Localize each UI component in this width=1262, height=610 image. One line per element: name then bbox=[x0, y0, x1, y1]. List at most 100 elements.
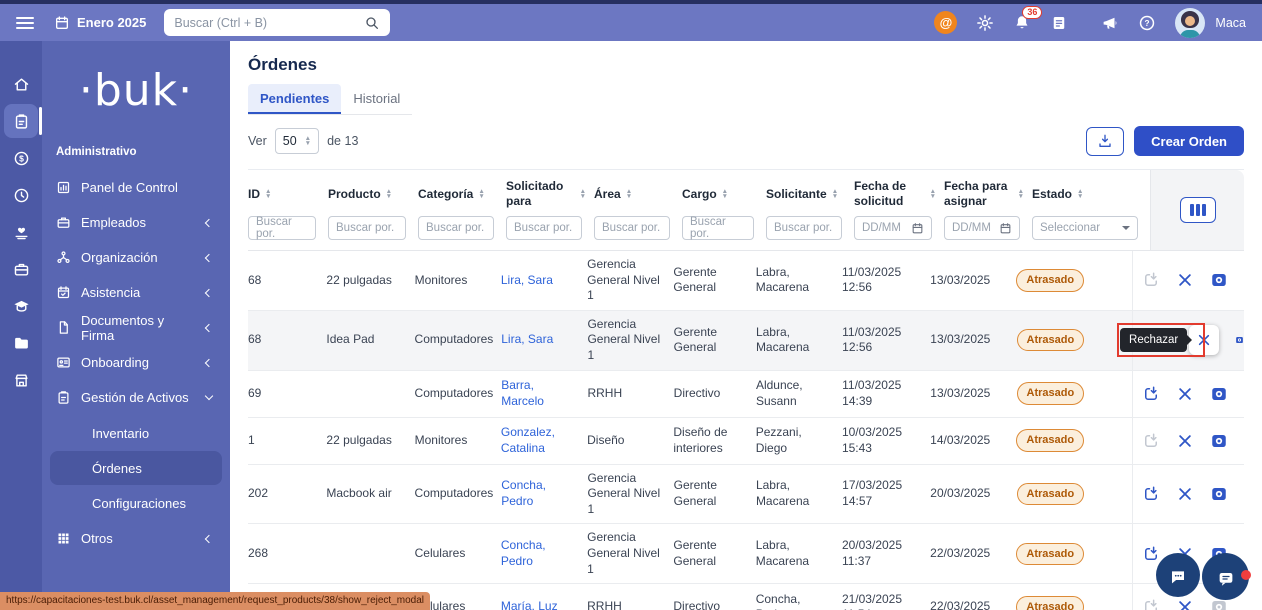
notifications-button[interactable]: 36 bbox=[1013, 14, 1031, 32]
sort-icon[interactable]: ▲▼ bbox=[386, 189, 392, 199]
rail-item-folder-icon[interactable] bbox=[4, 326, 38, 360]
news-icon[interactable] bbox=[1050, 14, 1068, 32]
megaphone-icon[interactable] bbox=[1101, 14, 1119, 32]
solicitado-para-link[interactable]: Lira, Sara bbox=[501, 332, 553, 346]
column-header-estado[interactable]: Estado▲▼ bbox=[1032, 179, 1150, 209]
sidebar-subitem-inventario[interactable]: Inventario bbox=[50, 416, 222, 450]
global-search-input[interactable]: Buscar (Ctrl + B) bbox=[164, 9, 390, 36]
assign-order-button[interactable] bbox=[1142, 485, 1160, 503]
solicitado-para-link[interactable]: Barra, Marcelo bbox=[501, 378, 544, 408]
reject-order-button[interactable] bbox=[1176, 271, 1194, 289]
column-header-fecha-para-asignar[interactable]: Fecha para asignar▲▼ bbox=[944, 179, 1032, 209]
column-label: Cargo bbox=[682, 187, 717, 202]
sidebar-item-otros[interactable]: Otros bbox=[42, 521, 230, 556]
columns-config-button[interactable] bbox=[1180, 197, 1216, 223]
view-order-button[interactable] bbox=[1210, 485, 1228, 503]
filter-status-select[interactable]: Seleccionar bbox=[1032, 216, 1138, 240]
sidebar-item-onboarding[interactable]: Onboarding bbox=[42, 345, 230, 380]
filter-placeholder: Buscar por. bbox=[690, 216, 746, 240]
solicitado-para-link[interactable]: Lira, Sara bbox=[501, 273, 553, 287]
sidebar-subitem-ordenes[interactable]: Órdenes bbox=[50, 451, 222, 485]
sidebar-item-organizacion[interactable]: Organización bbox=[42, 240, 230, 275]
filter-date-input[interactable]: DD/MM bbox=[854, 216, 932, 240]
hamburger-menu-icon[interactable] bbox=[16, 17, 34, 29]
column-header-id[interactable]: ID▲▼ bbox=[248, 179, 328, 209]
column-header-fecha-de-solicitud[interactable]: Fecha de solicitud▲▼ bbox=[854, 179, 944, 209]
filter-text-input[interactable]: Buscar por. bbox=[418, 216, 494, 240]
rail-item-home-icon[interactable] bbox=[4, 67, 38, 101]
filter-text-input[interactable]: Buscar por. bbox=[766, 216, 842, 240]
sort-icon[interactable]: ▲▼ bbox=[930, 189, 936, 199]
download-button[interactable] bbox=[1086, 127, 1124, 156]
solicitado-para-link[interactable]: Concha, Pedro bbox=[501, 538, 546, 568]
user-avatar[interactable] bbox=[1175, 8, 1205, 38]
sort-icon[interactable]: ▲▼ bbox=[626, 189, 632, 199]
sidebar-item-empleados[interactable]: Empleados bbox=[42, 205, 230, 240]
feedback-chat-button[interactable] bbox=[1156, 553, 1200, 597]
rail-item-hand-heart-icon[interactable] bbox=[4, 215, 38, 249]
reject-order-button[interactable] bbox=[1176, 432, 1194, 450]
solicitado-para-link[interactable]: Gonzalez, Catalina bbox=[501, 425, 555, 455]
page-size-select[interactable]: 50 ▲▼ bbox=[275, 128, 319, 154]
support-chat-button[interactable] bbox=[1202, 553, 1249, 600]
create-order-button[interactable]: Crear Orden bbox=[1134, 126, 1244, 156]
column-header-cargo[interactable]: Cargo ▲▼ bbox=[682, 179, 766, 209]
rail-item-dollar-icon[interactable]: $ bbox=[4, 141, 38, 175]
sort-icon[interactable]: ▲▼ bbox=[832, 189, 838, 199]
sort-icon[interactable]: ▲▼ bbox=[478, 189, 484, 199]
rail-item-briefcase-icon[interactable] bbox=[4, 252, 38, 286]
column-header-solicitante[interactable]: Solicitante▲▼ bbox=[766, 179, 854, 209]
column-header-area[interactable]: Área▲▼ bbox=[594, 179, 682, 209]
filter-text-input[interactable]: Buscar por. bbox=[328, 216, 406, 240]
rail-item-graduation-icon[interactable] bbox=[4, 289, 38, 323]
topbar: Enero 2025 Buscar (Ctrl + B) @ 36 ? Maca bbox=[0, 4, 1262, 41]
sidebar-subitem-configuraciones[interactable]: Configuraciones bbox=[50, 486, 222, 520]
sidebar-item-documentos-y-firma[interactable]: Documentos y Firma bbox=[42, 310, 230, 345]
sidebar-item-asistencia[interactable]: Asistencia bbox=[42, 275, 230, 310]
reject-order-button[interactable] bbox=[1176, 385, 1194, 403]
period-label: Enero 2025 bbox=[77, 15, 146, 30]
filter-text-input[interactable]: Buscar por. bbox=[594, 216, 670, 240]
sidebar-item-gestion-de-activos[interactable]: Gestión de Activos bbox=[42, 380, 230, 415]
cell-fecha-solicitud: 20/03/2025 11:37 bbox=[842, 532, 930, 575]
filter-text-input[interactable]: Buscar por. bbox=[506, 216, 582, 240]
rail-item-clock-icon[interactable] bbox=[4, 178, 38, 212]
rail-item-store-icon[interactable] bbox=[4, 363, 38, 397]
column-header-solicitado-para[interactable]: Solicitado para▲▼ bbox=[506, 179, 594, 209]
tab-pendientes[interactable]: Pendientes bbox=[248, 84, 341, 114]
status-badge: Atrasado bbox=[1016, 429, 1084, 451]
column-header-categoria[interactable]: Categoría▲▼ bbox=[418, 179, 506, 209]
help-icon[interactable]: ? bbox=[1138, 14, 1156, 32]
view-order-button[interactable] bbox=[1210, 271, 1228, 289]
assign-order-button[interactable] bbox=[1142, 545, 1160, 563]
view-order-button[interactable] bbox=[1210, 432, 1228, 450]
tab-historial[interactable]: Historial bbox=[341, 84, 412, 114]
solicitado-para-link[interactable]: María, Luz bbox=[501, 599, 558, 610]
view-order-button[interactable] bbox=[1235, 331, 1244, 349]
period-selector[interactable]: Enero 2025 bbox=[54, 15, 146, 31]
reject-order-button[interactable] bbox=[1189, 325, 1219, 355]
sidebar-item-panel-de-control[interactable]: Panel de Control bbox=[42, 170, 230, 205]
sort-icon[interactable]: ▲▼ bbox=[580, 189, 586, 199]
briefcase-icon bbox=[56, 215, 71, 230]
cell-id: 1 bbox=[248, 427, 326, 455]
assign-order-button[interactable] bbox=[1142, 385, 1160, 403]
solicitado-para-link[interactable]: Concha, Pedro bbox=[501, 478, 546, 508]
sort-icon[interactable]: ▲▼ bbox=[1077, 189, 1083, 199]
sort-icon[interactable]: ▲▼ bbox=[1018, 189, 1024, 199]
column-header-producto[interactable]: Producto▲▼ bbox=[328, 179, 418, 209]
filter-text-input[interactable]: Buscar por. bbox=[248, 216, 316, 240]
gear-icon[interactable] bbox=[976, 14, 994, 32]
topbar-icons: @ 36 ? Maca bbox=[934, 8, 1246, 38]
filter-text-input[interactable]: Buscar por. bbox=[682, 216, 754, 240]
view-order-button[interactable] bbox=[1210, 385, 1228, 403]
sort-icon[interactable]: ▲▼ bbox=[722, 189, 728, 199]
filter-date-input[interactable]: DD/MM bbox=[944, 216, 1020, 240]
reject-order-button[interactable] bbox=[1176, 485, 1194, 503]
rail-item-clipboard-icon[interactable] bbox=[4, 104, 38, 138]
sort-icon[interactable]: ▲▼ bbox=[265, 189, 271, 199]
reject-order-button[interactable] bbox=[1176, 598, 1194, 610]
buk-apps-icon[interactable]: @ bbox=[934, 11, 957, 34]
sidebar: ·buk· Administrativo Panel de ControlEmp… bbox=[42, 41, 230, 610]
cell-estado: Atrasado bbox=[1017, 323, 1133, 357]
